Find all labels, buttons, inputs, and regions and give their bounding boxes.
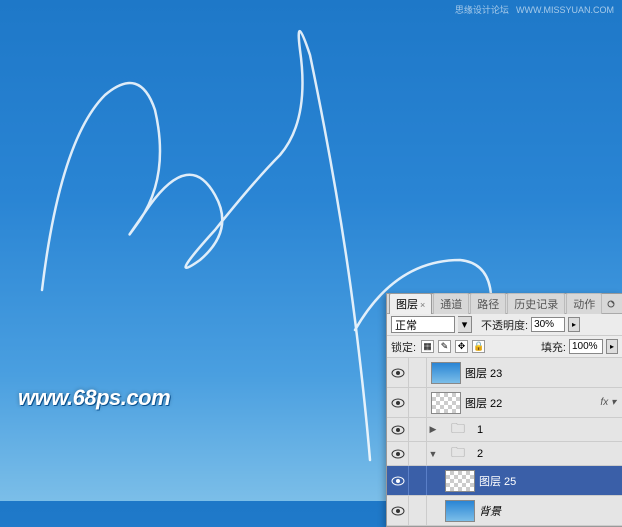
fill-input[interactable]: 100%: [569, 339, 603, 354]
lock-label: 锁定:: [391, 339, 416, 355]
visibility-toggle[interactable]: [387, 496, 409, 525]
layer-thumbnail: [431, 362, 461, 384]
tab-history[interactable]: 历史记录: [507, 293, 565, 314]
folder-icon: 🗀: [443, 419, 473, 441]
link-cell[interactable]: [409, 442, 427, 465]
link-cell[interactable]: [409, 388, 427, 417]
blend-mode-dropdown-icon[interactable]: ▾: [458, 316, 472, 333]
blend-opacity-row: 正常 ▾ 不透明度: 30% ▸: [387, 314, 622, 336]
layer-name[interactable]: 2: [477, 448, 622, 460]
layer-thumbnail: [431, 392, 461, 414]
visibility-toggle[interactable]: [387, 418, 409, 441]
tab-channels[interactable]: 通道: [433, 293, 469, 314]
fill-arrow-icon[interactable]: ▸: [606, 339, 618, 354]
lock-position-icon[interactable]: ✥: [455, 340, 468, 353]
link-cell[interactable]: [409, 466, 427, 495]
layer-name[interactable]: 图层 23: [465, 365, 622, 381]
layer-thumbnail: [445, 500, 475, 522]
visibility-toggle[interactable]: [387, 358, 409, 387]
tab-paths[interactable]: 路径: [470, 293, 506, 314]
layer-name[interactable]: 1: [477, 424, 622, 436]
layer-row[interactable]: 图层 25: [387, 466, 622, 496]
layer-name[interactable]: 背景: [479, 503, 622, 519]
expand-icon[interactable]: ▼: [427, 449, 439, 459]
watermark-title: 思缘设计论坛: [455, 5, 509, 15]
folder-icon: 🗀: [443, 443, 473, 465]
lock-transparent-icon[interactable]: ▦: [421, 340, 434, 353]
tab-close-icon[interactable]: ×: [420, 300, 425, 310]
layer-row[interactable]: ▼ 🗀 2: [387, 442, 622, 466]
layer-name[interactable]: 图层 22: [465, 395, 600, 411]
expand-icon[interactable]: ▶: [427, 424, 439, 435]
layers-panel: 图层× 通道 路径 历史记录 动作 正常 ▾ 不透明度: 30% ▸ 锁定: ▦…: [386, 293, 622, 527]
visibility-toggle[interactable]: [387, 466, 409, 495]
layer-name[interactable]: 图层 25: [479, 473, 622, 489]
layer-row[interactable]: 图层 23: [387, 358, 622, 388]
visibility-toggle[interactable]: [387, 388, 409, 417]
visibility-toggle[interactable]: [387, 442, 409, 465]
link-cell[interactable]: [409, 496, 427, 525]
lock-all-icon[interactable]: 🔒: [472, 340, 485, 353]
layer-thumbnail: [445, 470, 475, 492]
logo-watermark: www.68ps.com: [18, 385, 170, 411]
lock-pixels-icon[interactable]: ✎: [438, 340, 451, 353]
lock-fill-row: 锁定: ▦ ✎ ✥ 🔒 填充: 100% ▸: [387, 336, 622, 358]
opacity-label: 不透明度:: [481, 317, 528, 333]
watermark-url: WWW.MISSYUAN.COM: [516, 5, 614, 15]
tab-layers[interactable]: 图层×: [389, 293, 432, 314]
link-cell[interactable]: [409, 418, 427, 441]
layer-row[interactable]: 图层 22 fx ▾: [387, 388, 622, 418]
fill-label: 填充:: [541, 339, 566, 355]
opacity-arrow-icon[interactable]: ▸: [568, 317, 580, 332]
opacity-input[interactable]: 30%: [531, 317, 565, 332]
link-cell[interactable]: [409, 358, 427, 387]
fx-badge[interactable]: fx ▾: [600, 397, 616, 408]
panel-menu-icon[interactable]: [604, 297, 618, 311]
panel-tabs: 图层× 通道 路径 历史记录 动作: [387, 294, 622, 314]
tab-actions[interactable]: 动作: [566, 293, 602, 314]
layer-row[interactable]: ▶ 🗀 1: [387, 418, 622, 442]
blend-mode-select[interactable]: 正常: [391, 316, 455, 333]
watermark-top: 思缘设计论坛 WWW.MISSYUAN.COM: [451, 3, 614, 16]
